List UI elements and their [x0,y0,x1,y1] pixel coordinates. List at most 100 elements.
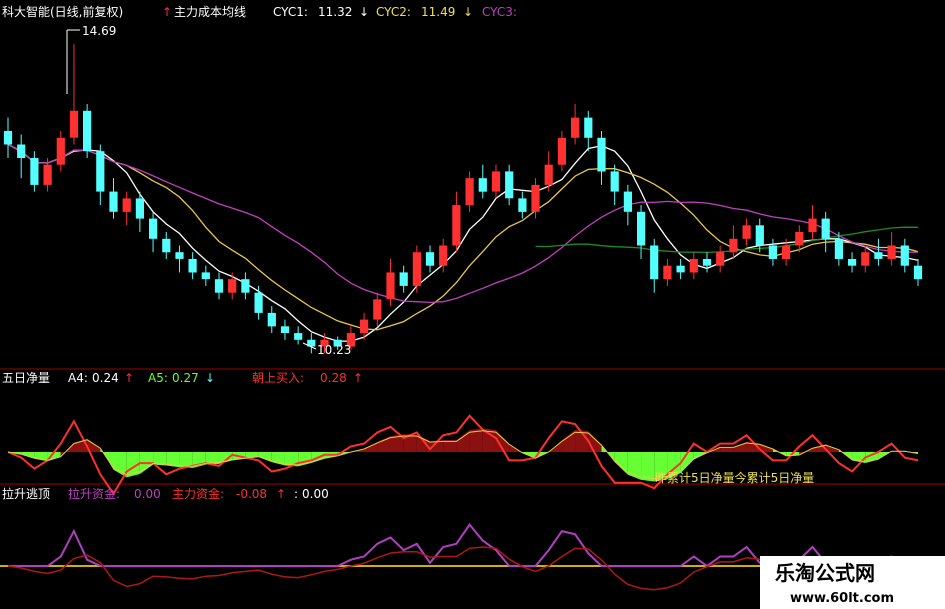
main-title: 科大智能(日线,前复权) [2,4,123,19]
candle-body [214,279,224,293]
candle-body [254,292,263,313]
panel3-title: 拉升逃顶 [2,486,50,501]
candle-body [478,178,487,192]
candle-body [491,171,501,192]
candle-body [149,218,158,239]
low-price-label: 10.23 [317,343,351,357]
candle-body [83,110,92,152]
candle-body [96,151,105,192]
candle-body [109,191,118,212]
panel2-title: 五日净量 [2,371,50,385]
cyc1-value: 11.32 [318,5,352,19]
candle-body [280,326,290,333]
candle-body [162,238,171,253]
a5-arrow: ↓ [205,371,215,385]
candle-body [874,252,883,259]
candle-body [188,259,197,273]
indicator-arrow: ↑ [162,5,172,19]
candle-body [571,117,580,138]
candle-body [557,137,566,165]
candle-body [518,198,527,212]
candle-body [241,279,250,293]
candle-body [373,299,382,320]
candle-body [795,232,804,246]
candle-body [808,218,817,233]
candle-body [267,312,276,327]
lift-value: 0.00 [134,487,161,501]
cyc2-label: CYC2: [376,5,411,19]
a4-value: 0.24 [92,371,119,385]
candle-body [43,164,52,185]
candle-body [452,205,461,246]
cyc2-value: 11.49 [421,5,455,19]
watermark-url: www.60lt.com [790,591,894,606]
candle-body [439,245,448,266]
extra-label: : [294,487,298,501]
candle-body [360,319,369,334]
extra-value: 0.00 [302,487,329,501]
candle-body [742,225,751,239]
candle-body [531,184,540,212]
candle-body [399,272,408,286]
buy-value: 0.28 [320,371,347,385]
candle-body [702,259,712,266]
candle-body [3,131,13,145]
candle-body [425,252,435,266]
buy-arrow: ↑ [353,371,363,385]
candle-body [821,218,830,239]
candle-body [610,171,619,192]
candle-body [689,259,698,273]
candle-body [544,164,553,185]
high-price-label: 14.69 [82,24,116,38]
cyc1-arrow: ↓ [359,5,369,19]
candle-body [122,198,131,212]
candle-body [69,110,79,138]
buy-label: 朝上买入: [252,371,304,385]
candle-body [135,198,144,219]
candle-body [650,245,659,280]
candle-body [900,245,909,266]
candle-body [386,272,395,300]
candle-body [637,211,646,246]
candle-body [913,265,923,280]
candle-body [175,252,184,259]
candle-body [623,191,632,212]
a4-label: A4: [68,371,88,385]
candle-body [834,238,843,259]
candle-body [716,252,725,266]
indicator-name: 主力成本均线 [174,5,246,19]
stock-chart: 14.69 10.23 科大智能(日线,前复权) ↑ 主力成本均线 CYC1: … [0,0,945,609]
lift-label: 拉升资金: [68,486,120,501]
chart-background [0,0,945,609]
candle-body [755,225,764,246]
a5-value: 0.27 [172,371,199,385]
net-volume-area [443,440,457,452]
candle-body [861,252,870,266]
main-fund-value: -0.08 [236,487,267,501]
candle-body [294,333,303,340]
a5-label: A5: [148,371,168,385]
main-fund-label: 主力资金: [172,486,224,501]
candle-body [30,158,39,185]
candle-body [201,272,210,280]
candle-body [887,245,896,259]
candle-body [584,117,593,138]
panel2-annotation: 昨累计5日净量今累计5日净量 [655,470,814,485]
candle-body [663,265,672,280]
candle-body [597,137,606,172]
candle-body [228,279,237,293]
candle-body [505,171,514,199]
cyc1-label: CYC1: [273,5,308,19]
candle-body [848,259,857,266]
candle-body [729,238,738,253]
cyc3-label: CYC3: [482,5,517,19]
candle-body [782,245,791,259]
watermark-name: 乐淘公式网 [775,561,875,585]
candle-body [676,265,685,273]
a4-arrow: ↑ [124,371,134,385]
main-fund-arrow: ↑ [276,487,286,501]
candle-body [412,252,421,286]
candle-body [465,178,474,206]
candle-body [768,245,777,259]
candle-body [56,137,65,165]
